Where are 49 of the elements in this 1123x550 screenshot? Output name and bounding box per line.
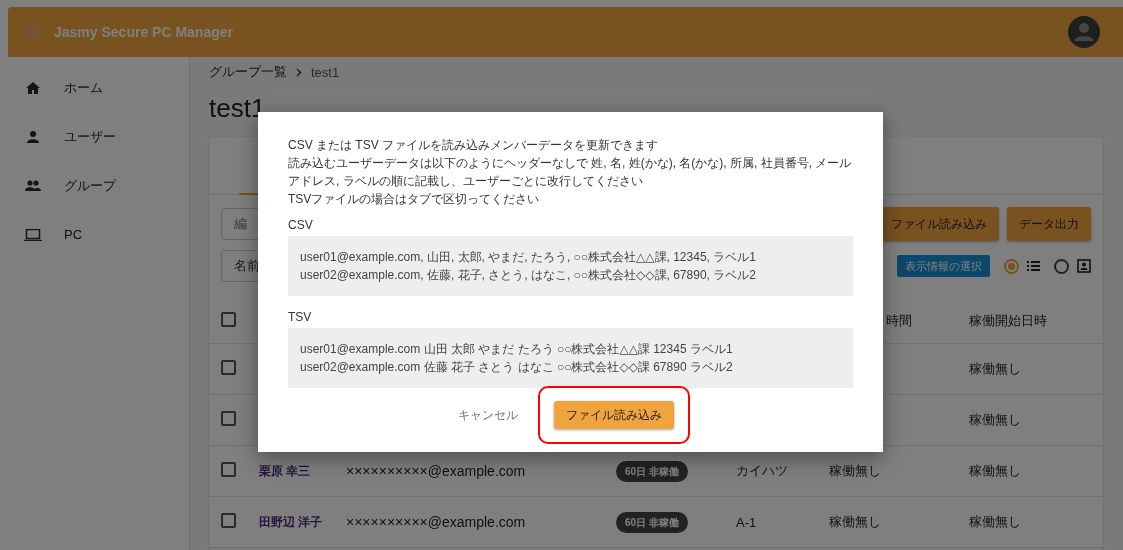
column-header[interactable]: 時間 <box>886 313 912 328</box>
row-checkbox[interactable] <box>221 513 236 528</box>
table-cell: 稼働無し <box>969 361 1021 376</box>
account-avatar-icon[interactable] <box>1068 16 1100 48</box>
table-cell: 稼働無し <box>829 514 881 529</box>
table-cell: カイハツ <box>736 463 788 478</box>
example-line: user01@example.com, 山田, 太郎, やまだ, たろう, ○○株式会社△△課, 12345, ラベル1 <box>300 249 757 266</box>
group-icon <box>24 180 42 191</box>
table-cell: 稼働無し <box>969 463 1021 478</box>
example-line: user01@example.com 山田 太郎 やまだ たろう ○○株式会社△△課 12345 ラベル1 <box>300 341 734 358</box>
portrait-icon <box>1077 259 1091 273</box>
email-cell: ××××××××××@example.com <box>346 514 526 530</box>
email-cell: ××××××××××@example.com <box>346 463 526 479</box>
display-options-button[interactable]: 表示情報の選択 <box>897 255 990 277</box>
row-checkbox[interactable] <box>221 411 236 426</box>
column-header[interactable]: 稼働開始日時 <box>969 313 1047 328</box>
instruction-text: 読み込むユーザーデータは以下のようにヘッダーなしで 姓, 名, 姓(かな), 名(かな), 所属, 社員番号, メールアドレス, ラベルの順に記載し、ユーザーごとに改行してください <box>288 155 853 190</box>
status-badge: 60日 非稼働 <box>616 512 688 533</box>
nav-item[interactable]: PC <box>8 210 189 259</box>
format-label: TSV <box>288 310 313 324</box>
nav-item[interactable]: グループ <box>8 161 189 210</box>
instruction-text: TSVファイルの場合はタブで区切ってください <box>288 191 541 208</box>
table-cell: A-1 <box>736 514 757 530</box>
example-line: user02@example.com, 佐藤, 花子, さとう, はなこ, ○○株式会社◇◇課, 67890, ラベル2 <box>300 267 757 284</box>
cancel-button[interactable]: キャンセル <box>451 405 524 425</box>
instruction-text: CSV または TSV ファイルを読み込みメンバーデータを更新できます <box>288 137 659 154</box>
example-line: user02@example.com 佐藤 花子 さとう はなこ ○○株式会社◇◇課 67890 ラベル2 <box>300 359 734 376</box>
chevron-right-icon <box>296 67 302 77</box>
app-title: Jasmy Secure PC Manager <box>54 24 233 40</box>
toolbar-button[interactable]: データ出力 <box>1007 207 1091 241</box>
table-cell: 稼働無し <box>969 412 1021 427</box>
nav-item[interactable]: ホーム <box>8 63 189 112</box>
person-icon <box>24 130 42 143</box>
user-name-link[interactable]: 栗原 幸三 <box>259 463 311 478</box>
status-badge: 60日 非稼働 <box>616 461 688 482</box>
import-file-button[interactable]: ファイル読み込み <box>553 401 674 429</box>
table-cell: 稼働無し <box>829 463 881 478</box>
row-checkbox[interactable] <box>221 360 236 375</box>
list-icon <box>1027 261 1040 271</box>
nav-item[interactable]: ユーザー <box>8 112 189 161</box>
home-icon <box>24 81 42 94</box>
row-checkbox[interactable] <box>221 462 236 477</box>
format-label: CSV <box>288 218 314 232</box>
select-all-checkbox[interactable] <box>221 312 236 327</box>
laptop-icon <box>24 228 42 241</box>
view-radio[interactable] <box>1054 258 1069 274</box>
user-name-link[interactable]: 田野辺 洋子 <box>259 514 323 529</box>
breadcrumb-current: test1 <box>311 64 340 80</box>
table-cell: 稼働無し <box>969 514 1021 529</box>
